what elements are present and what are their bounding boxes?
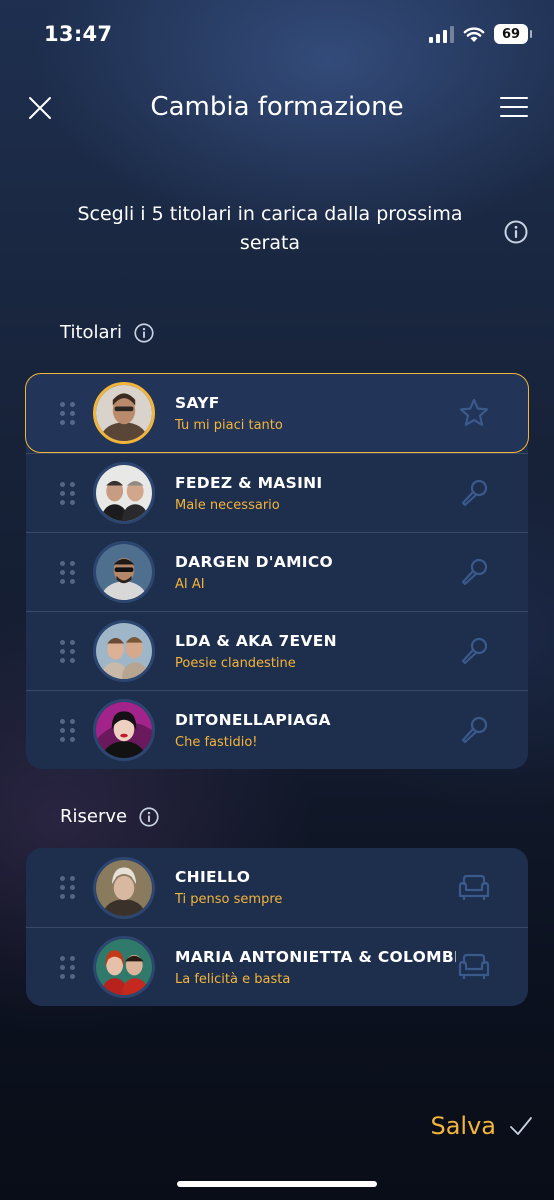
cellular-signal-icon: [429, 25, 454, 43]
bench-button[interactable]: [456, 870, 492, 906]
titolari-label: Titolari: [60, 322, 122, 343]
home-indicator[interactable]: [177, 1181, 377, 1187]
artist-name: DARGEN D'AMICO: [175, 552, 334, 571]
drag-handle-icon[interactable]: [60, 560, 76, 584]
drag-handle-icon[interactable]: [60, 481, 76, 505]
list-item[interactable]: DITONELLAPIAGA Che fastidio!: [26, 690, 528, 769]
song-title: Ti penso sempre: [175, 892, 283, 907]
drag-handle-icon[interactable]: [60, 401, 76, 425]
riserve-section-label: Riserve: [60, 806, 159, 827]
microphone-button[interactable]: [456, 554, 492, 590]
microphone-icon: [461, 637, 488, 665]
song-title: AI AI: [175, 576, 205, 592]
info-icon[interactable]: [134, 322, 154, 343]
artist-name: LDA & AKA 7EVEN: [175, 631, 337, 650]
wifi-icon: [463, 26, 485, 42]
armchair-icon: [458, 953, 490, 979]
drag-handle-icon[interactable]: [60, 876, 76, 899]
bench-button[interactable]: [456, 949, 492, 985]
microphone-button[interactable]: [456, 475, 492, 511]
song-title: La felicità e basta: [175, 971, 291, 987]
menu-icon-line: [500, 115, 528, 117]
avatar: [93, 541, 155, 603]
microphone-icon: [461, 479, 488, 507]
artist-name: CHIELLO: [175, 868, 251, 886]
song-title: Poesie clandestine: [175, 655, 296, 671]
list-item[interactable]: LDA & AKA 7EVEN Poesie clandestine: [26, 611, 528, 690]
microphone-icon: [461, 716, 488, 744]
riserve-list: CHIELLO Ti penso sempre MARIA ANTONIETTA…: [26, 848, 528, 1006]
menu-button[interactable]: [500, 94, 528, 120]
checkmark-icon: [510, 1117, 532, 1135]
save-label: Salva: [430, 1112, 496, 1140]
save-button[interactable]: Salva: [430, 1112, 534, 1140]
drag-handle-icon[interactable]: [60, 639, 76, 663]
artist-name: DITONELLAPIAGA: [175, 710, 331, 729]
page-title: Cambia formazione: [150, 92, 404, 122]
battery-icon: 69: [494, 24, 532, 44]
header: Cambia formazione: [0, 80, 554, 136]
artist-name: MARIA ANTONIETTA & COLOMBRE: [175, 947, 456, 966]
drag-handle-icon[interactable]: [60, 718, 76, 742]
avatar: [93, 936, 155, 998]
armchair-icon: [458, 874, 490, 900]
song-title: Che fastidio!: [175, 734, 258, 750]
microphone-button[interactable]: [456, 712, 492, 748]
info-icon[interactable]: [139, 806, 159, 827]
song-title: Male necessario: [175, 497, 280, 513]
artist-name: FEDEZ & MASINI: [175, 473, 323, 492]
drag-handle-icon[interactable]: [60, 955, 76, 979]
titolari-section-label: Titolari: [60, 322, 154, 343]
artist-name: SAYF: [175, 393, 220, 412]
microphone-icon: [461, 558, 488, 586]
list-item[interactable]: FEDEZ & MASINI Male necessario: [26, 453, 528, 532]
avatar: [93, 382, 155, 444]
avatar: [93, 699, 155, 761]
status-icons: 69: [429, 24, 532, 44]
captain-star-button[interactable]: [456, 395, 492, 431]
menu-icon-line: [500, 97, 528, 99]
list-item[interactable]: DARGEN D'AMICO AI AI: [26, 532, 528, 611]
avatar: [93, 462, 155, 524]
status-bar: 13:47 69: [0, 0, 554, 70]
list-item[interactable]: SAYF Tu mi piaci tanto: [25, 373, 529, 453]
menu-icon-line: [500, 106, 528, 108]
song-title: Tu mi piaci tanto: [175, 417, 283, 433]
avatar: [93, 856, 155, 919]
instruction-text: Scegli i 5 titolari in carica dalla pros…: [77, 203, 463, 254]
riserve-label: Riserve: [60, 806, 128, 827]
titolari-list: SAYF Tu mi piaci tanto FEDEZ & MASINI Ma…: [25, 373, 529, 769]
avatar: [93, 620, 155, 682]
list-item[interactable]: MARIA ANTONIETTA & COLOMBRE La felicità …: [26, 927, 528, 1006]
star-icon: [459, 398, 489, 426]
info-icon[interactable]: [504, 220, 528, 244]
list-item[interactable]: CHIELLO Ti penso sempre: [26, 848, 528, 927]
status-time: 13:47: [44, 22, 113, 46]
microphone-button[interactable]: [456, 633, 492, 669]
